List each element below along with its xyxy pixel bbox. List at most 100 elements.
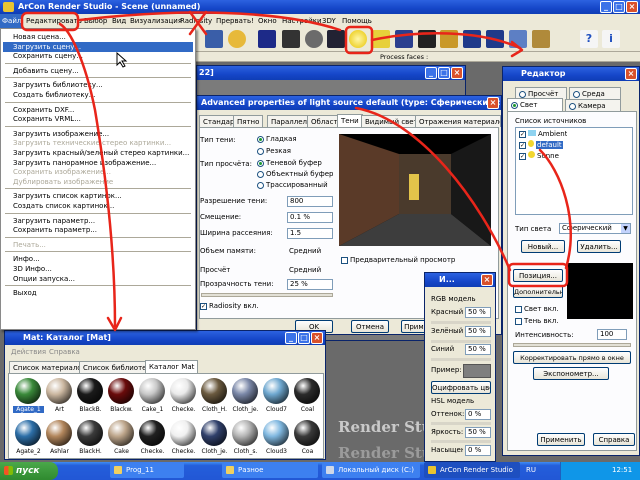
tool-icon-5[interactable] xyxy=(305,30,323,48)
file-menu-item[interactable]: Создать библиотеку... xyxy=(13,90,95,100)
material-label[interactable]: Art xyxy=(44,406,75,413)
material-label[interactable]: Cloud7 xyxy=(261,406,292,413)
position-button[interactable]: Позиция... xyxy=(513,269,563,282)
correct-in-window-button[interactable]: Корректировать прямо в окне xyxy=(513,351,631,364)
tool-icon-1[interactable] xyxy=(205,30,223,48)
material-label[interactable]: Cloth_s. xyxy=(230,448,261,455)
material-sphere[interactable] xyxy=(263,378,289,404)
taskbar-item-misc[interactable]: Разное xyxy=(222,462,318,478)
green-field[interactable]: 50 % xyxy=(465,326,491,337)
material-sphere[interactable] xyxy=(108,378,134,404)
start-button[interactable]: пуск xyxy=(0,462,58,480)
lightness-field[interactable]: 50 % xyxy=(465,427,491,438)
material-label[interactable]: Checke. xyxy=(137,448,168,455)
blue-field[interactable]: 50 % xyxy=(465,344,491,355)
menu-window[interactable]: Окно xyxy=(258,17,277,25)
material-label[interactable]: Coa xyxy=(292,448,323,455)
saturation-field[interactable]: 0 % xyxy=(465,445,491,456)
catalog-min-button[interactable]: _ xyxy=(285,332,297,344)
tool-icon-4[interactable] xyxy=(282,30,300,48)
file-menu-item[interactable]: 3D Инфо... xyxy=(13,264,52,274)
editor-help-button[interactable]: Справка xyxy=(593,433,635,446)
material-sphere[interactable] xyxy=(139,420,165,446)
taskbar-item-arcon[interactable]: ArCon Render Studio xyxy=(424,462,520,478)
exposure-button[interactable]: Экспонометр... xyxy=(533,367,609,380)
menu-render[interactable]: Визуализация xyxy=(130,17,182,25)
tool-icon-14[interactable] xyxy=(509,30,527,48)
file-menu-item[interactable]: Новая сцена... xyxy=(13,32,66,42)
blue-slider[interactable] xyxy=(431,358,491,361)
tab-reflections[interactable]: Отражения материалов xyxy=(415,115,501,127)
tab-light[interactable]: Свет xyxy=(507,98,563,111)
viewport-max-button[interactable]: □ xyxy=(438,67,450,79)
editor-apply-button[interactable]: Применить xyxy=(537,433,585,446)
maximize-button[interactable]: □ xyxy=(613,1,625,13)
shadow-sharp-radio[interactable]: Резкая xyxy=(257,147,291,155)
material-label[interactable]: Cloud3 xyxy=(261,448,292,455)
offset-field[interactable]: 0.1 % xyxy=(287,212,333,223)
file-menu-item[interactable]: Добавить сцену... xyxy=(13,66,79,76)
delete-light-button[interactable]: Удалить... xyxy=(577,240,621,253)
tab-spot[interactable]: Пятно xyxy=(233,115,264,127)
shadow-buffer-radio[interactable]: Теневой буфер xyxy=(257,159,322,167)
menu-radiosity[interactable]: Radiosity xyxy=(180,17,212,25)
viewport-close-button[interactable]: × xyxy=(451,67,463,79)
material-sphere[interactable] xyxy=(15,420,41,446)
taskbar-item-disk[interactable]: Локальный диск (C:) xyxy=(322,462,420,478)
menu-help[interactable]: Помощь xyxy=(342,17,372,25)
tab-environment[interactable]: Среда xyxy=(569,87,621,99)
catalog-menu-actions[interactable]: Действия xyxy=(11,348,46,356)
file-menu-item[interactable]: Выход xyxy=(13,288,37,298)
material-sphere[interactable] xyxy=(232,378,258,404)
shadow-on-checkbox[interactable]: Тень вкл. xyxy=(515,317,559,325)
material-sphere[interactable] xyxy=(108,420,134,446)
material-sphere[interactable] xyxy=(77,420,103,446)
menu-edit[interactable]: Редактировать xyxy=(26,17,82,25)
intensity-slider[interactable] xyxy=(513,343,631,347)
file-menu-item[interactable]: Сохранить параметр... xyxy=(13,225,97,235)
catalog-close-button[interactable]: × xyxy=(311,332,323,344)
scatter-field[interactable]: 1.5 xyxy=(287,228,333,239)
help-icon[interactable]: ? xyxy=(580,30,598,48)
material-label[interactable]: Checke. xyxy=(168,448,199,455)
catalog-max-button[interactable]: □ xyxy=(298,332,310,344)
material-label[interactable]: Agate_1 xyxy=(13,406,44,413)
tab-camera[interactable]: Камера xyxy=(565,99,621,111)
file-menu-item[interactable]: Загрузить панорамное изображение... xyxy=(13,158,156,168)
shadow-smooth-radio[interactable]: Гладкая xyxy=(257,135,297,143)
catalog-menu-help[interactable]: Справка xyxy=(49,348,80,356)
source-default[interactable]: ✓ default xyxy=(519,140,563,149)
material-label[interactable]: Cloth_je. xyxy=(199,448,230,455)
material-label[interactable]: Ashlar xyxy=(44,448,75,455)
advanced-button[interactable]: Дополнительно... xyxy=(513,285,563,298)
material-sphere[interactable] xyxy=(201,378,227,404)
tool-icon-9[interactable] xyxy=(395,30,413,48)
tool-icon-8[interactable] xyxy=(372,30,390,48)
info-icon[interactable]: i xyxy=(602,30,620,48)
material-sphere[interactable] xyxy=(46,420,72,446)
viewport-min-button[interactable]: _ xyxy=(425,67,437,79)
red-slider[interactable] xyxy=(431,321,491,324)
tool-icon-2[interactable] xyxy=(228,30,246,48)
light-on-checkbox[interactable]: Свет вкл. xyxy=(515,305,559,313)
radiosity-checkbox[interactable]: ✓ Radiosity вкл. xyxy=(200,302,258,310)
transparency-slider[interactable] xyxy=(201,293,333,297)
file-menu-item[interactable]: Загрузить красный/зеленый стерео картинк… xyxy=(13,148,189,158)
light-bulb-icon[interactable] xyxy=(349,30,367,48)
material-label[interactable]: Agate_2 xyxy=(13,448,44,455)
material-sphere[interactable] xyxy=(170,420,196,446)
camera-icon[interactable] xyxy=(418,30,436,48)
material-label[interactable]: Cake_1 xyxy=(137,406,168,413)
tab-shadows[interactable]: Тени xyxy=(337,114,363,127)
material-label[interactable]: Blackw. xyxy=(106,406,137,413)
material-sphere[interactable] xyxy=(77,378,103,404)
light-dialog-close-button[interactable]: × xyxy=(487,97,499,109)
material-label[interactable]: BlackH. xyxy=(75,448,106,455)
menu-select[interactable]: Выбор xyxy=(84,17,107,25)
menu-3dy[interactable]: 3DY xyxy=(322,17,336,25)
traced-radio[interactable]: Трассированный xyxy=(257,181,328,189)
hue-slider[interactable] xyxy=(431,422,491,425)
file-menu-item[interactable]: Загрузить сцену... xyxy=(3,41,193,52)
taskbar-item-prog[interactable]: Prog_11 xyxy=(110,462,184,478)
file-menu-item[interactable]: Сохранить сцену... xyxy=(13,51,83,61)
